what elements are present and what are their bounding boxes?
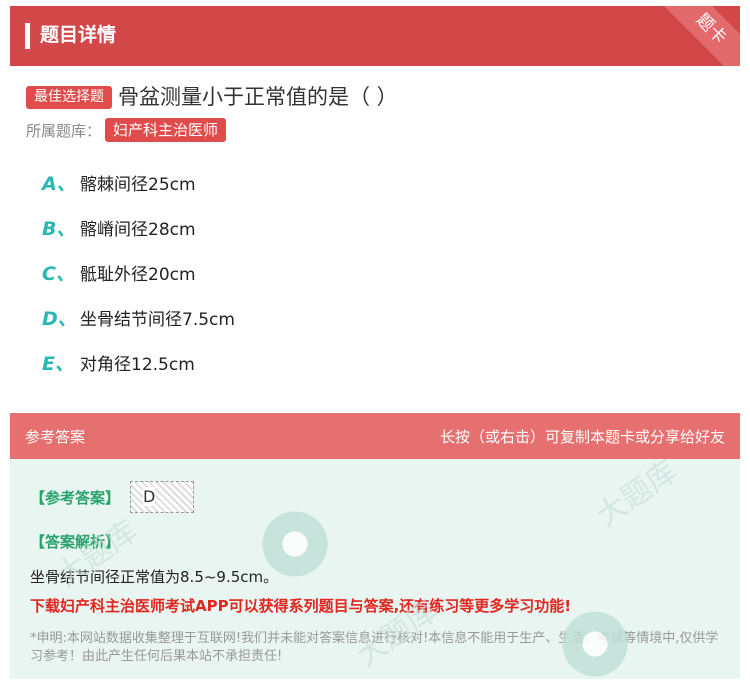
watermark-logo-icon xyxy=(260,509,330,579)
option-letter: E、 xyxy=(42,353,74,375)
question-type-tag: 最佳选择题 xyxy=(26,85,112,109)
option-d[interactable]: D、 坐骨结节间径7.5cm xyxy=(42,295,726,340)
header-accent-bar xyxy=(25,23,30,49)
category-tag[interactable]: 妇产科主治医师 xyxy=(105,118,227,142)
question-line: 最佳选择题 骨盆测量小于正常值的是（ ） xyxy=(26,82,726,112)
option-c[interactable]: C、 骶耻外径20cm xyxy=(42,250,726,295)
question-card: 题目详情 题卡 最佳选择题 骨盆测量小于正常值的是（ ） 所属题库： 妇产科主治… xyxy=(10,6,740,679)
option-letter: D、 xyxy=(42,308,77,330)
option-text: 坐骨结节间径7.5cm xyxy=(80,310,235,330)
option-letter: B、 xyxy=(42,218,76,240)
option-a[interactable]: A、 髂棘间径25cm xyxy=(42,160,726,205)
corner-ribbon: 题卡 xyxy=(653,6,740,66)
option-text: 髂嵴间径28cm xyxy=(80,220,196,240)
option-text: 对角径12.5cm xyxy=(80,355,195,375)
card-header: 题目详情 题卡 xyxy=(10,6,740,66)
page-title: 题目详情 xyxy=(40,24,117,46)
category-label: 所属题库： xyxy=(26,121,102,140)
watermark-logo-icon xyxy=(560,609,630,679)
share-hint: 长按（或右击）可复制本题卡或分享给好友 xyxy=(439,427,725,446)
answer-title: 参考答案 xyxy=(25,427,86,446)
option-letter: C、 xyxy=(42,263,75,285)
options-list: A、 髂棘间径25cm B、 髂嵴间径28cm C、 骶耻外径20cm D、 坐… xyxy=(26,160,726,385)
explanation-text: 坐骨结节间径正常值为8.5~9.5cm。 xyxy=(30,568,279,586)
answer-header: 参考答案 长按（或右击）可复制本题卡或分享给好友 xyxy=(10,413,740,459)
option-text: 骶耻外径20cm xyxy=(80,265,196,285)
reference-answer-label: 【参考答案】 xyxy=(30,488,121,507)
answer-body: 大题库 大题库 大题库 【参考答案】 D 【答案解析】 坐骨结节间径正常值为8.… xyxy=(10,459,740,679)
option-letter: A、 xyxy=(42,173,76,195)
reference-answer-value: D xyxy=(143,487,156,506)
reference-answer-box: D xyxy=(130,481,195,513)
option-text: 髂棘间径25cm xyxy=(80,175,196,195)
app-promo-link[interactable]: 下载妇产科主治医师考试APP可以获得系列题目与答案,还有练习等更多学习功能! xyxy=(30,595,720,616)
option-e[interactable]: E、 对角径12.5cm xyxy=(42,340,726,385)
question-text: 骨盆测量小于正常值的是（ ） xyxy=(118,85,398,109)
question-section: 最佳选择题 骨盆测量小于正常值的是（ ） 所属题库： 妇产科主治医师 A、 髂棘… xyxy=(10,66,740,385)
option-b[interactable]: B、 髂嵴间径28cm xyxy=(42,205,726,250)
category-line: 所属题库： 妇产科主治医师 xyxy=(26,118,726,142)
